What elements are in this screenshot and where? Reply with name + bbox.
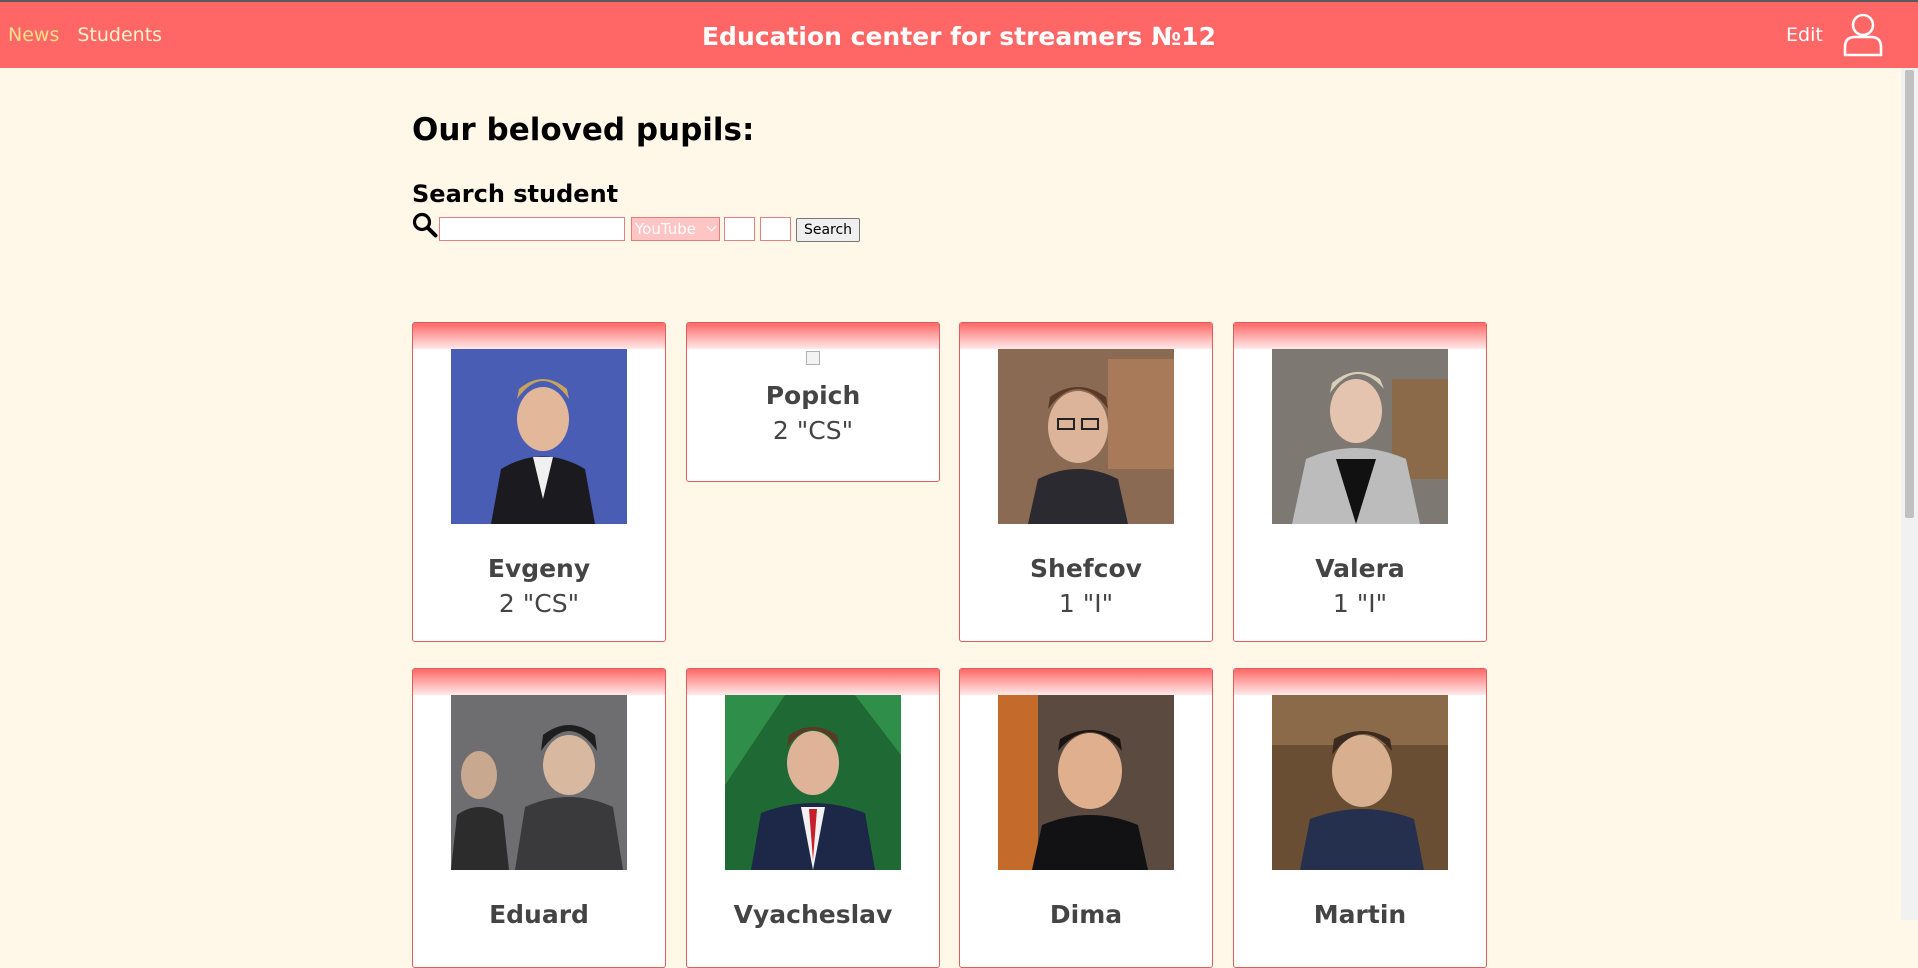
- student-card[interactable]: Vyacheslav: [686, 668, 940, 968]
- filter-input-2[interactable]: [760, 217, 791, 241]
- student-card[interactable]: Evgeny 2 "CS": [412, 322, 666, 642]
- search-button[interactable]: Search: [796, 218, 860, 242]
- card-header-band: [413, 669, 665, 695]
- student-photo: [451, 349, 627, 524]
- student-photo: [1272, 695, 1448, 870]
- student-name: Shefcov: [1030, 554, 1142, 583]
- student-photo: [451, 695, 627, 870]
- student-class: 1 "I": [1058, 589, 1114, 618]
- card-header-band: [960, 669, 1212, 695]
- search-heading: Search student: [412, 180, 619, 208]
- student-card[interactable]: Valera 1 "I": [1233, 322, 1487, 642]
- broken-image-icon: [806, 351, 820, 365]
- student-name: Evgeny: [487, 554, 591, 583]
- card-header-band: [687, 669, 939, 695]
- student-name: Eduard: [489, 900, 589, 929]
- card-header-band: [960, 323, 1212, 349]
- card-header-band: [1234, 323, 1486, 349]
- search-icon: [412, 212, 438, 238]
- student-card[interactable]: Popich 2 "CS": [686, 322, 940, 482]
- student-photo: [725, 695, 901, 870]
- student-class: 1 "I": [1332, 589, 1388, 618]
- student-name: Martin: [1313, 900, 1407, 929]
- student-name: Vyacheslav: [733, 900, 893, 929]
- chevron-down-icon: [706, 221, 717, 232]
- scrollbar-thumb[interactable]: [1905, 70, 1914, 518]
- student-photo: [998, 695, 1174, 870]
- student-card[interactable]: Dima: [959, 668, 1213, 968]
- platform-select[interactable]: YouTube: [631, 217, 720, 241]
- edit-link[interactable]: Edit: [1786, 24, 1823, 46]
- card-header-band: [687, 323, 939, 349]
- page-scrollbar[interactable]: [1901, 68, 1918, 920]
- student-class: 2 "CS": [772, 416, 854, 445]
- student-card[interactable]: Eduard: [412, 668, 666, 968]
- student-card[interactable]: Shefcov 1 "I": [959, 322, 1213, 642]
- top-navbar: News Students Education center for strea…: [0, 0, 1918, 68]
- student-class: 2 "CS": [498, 589, 580, 618]
- card-header-band: [1234, 669, 1486, 695]
- student-name: Popich: [765, 381, 861, 410]
- filter-input-1[interactable]: [724, 217, 755, 241]
- user-icon[interactable]: [1843, 13, 1883, 57]
- student-name: Valera: [1315, 554, 1405, 583]
- student-photo: [1272, 349, 1448, 524]
- platform-select-value: YouTube: [635, 220, 696, 238]
- student-name: Dima: [1049, 900, 1123, 929]
- site-title: Education center for streamers №12: [701, 22, 1217, 51]
- card-header-band: [413, 323, 665, 349]
- student-card[interactable]: Martin: [1233, 668, 1487, 968]
- student-photo: [998, 349, 1174, 524]
- search-input[interactable]: [439, 217, 625, 241]
- page-heading: Our beloved pupils:: [412, 112, 755, 148]
